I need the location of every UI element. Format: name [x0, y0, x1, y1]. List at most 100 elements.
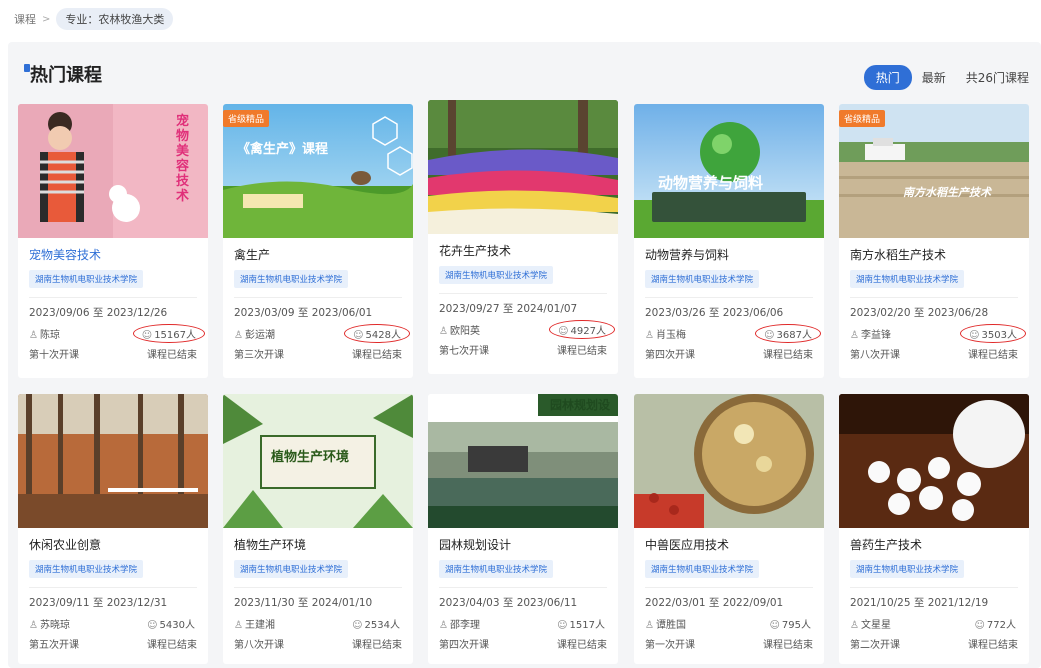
breadcrumb-root-link[interactable]: 课程	[14, 11, 36, 27]
course-name[interactable]: 植物生产环境	[234, 536, 402, 554]
teacher-name: 陈琼	[29, 326, 60, 341]
course-name[interactable]: 动物营养与饲料	[645, 246, 813, 264]
section-title: 热门课程	[30, 65, 102, 86]
quality-badge: 省级精品	[223, 110, 270, 127]
course-name[interactable]: 休闲农业创意	[29, 536, 197, 554]
card-body: 花卉生产技术 湖南生物机电职业技术学院 2023/09/27 至 2024/01/0…	[428, 234, 618, 358]
session-row: 第八次开课 课程已结束	[234, 634, 402, 652]
session-number: 第二次开课	[850, 639, 900, 651]
thumbnail-caption: 园林规划设	[549, 398, 610, 412]
card-body: 休闲农业创意 湖南生物机电职业技术学院 2023/09/11 至 2023/12/3…	[18, 528, 208, 652]
teacher-row: 谭胜国 795人	[645, 614, 813, 632]
course-name[interactable]: 园林规划设计	[439, 536, 607, 554]
session-row: 第四次开课 课程已结束	[439, 634, 607, 652]
teacher-name: 肖玉梅	[645, 326, 686, 341]
course-dates: 2023/04/03 至 2023/06/11	[439, 597, 578, 609]
course-thumbnail[interactable]	[839, 394, 1029, 528]
school-tag: 湖南生物机电职业技术学院	[234, 270, 349, 288]
course-thumbnail[interactable]	[428, 100, 618, 234]
course-card[interactable]: 省级精品 《禽生产》课程 禽生产 湖南生物机电职业技术学院 2023/03/09 至 2…	[223, 104, 413, 378]
course-thumbnail[interactable]: 植物生产环境	[223, 394, 413, 528]
card-body: 动物营养与饲料 湖南生物机电职业技术学院 2023/03/26 至 2023/06/…	[634, 238, 824, 362]
divider	[439, 293, 607, 294]
session-row: 第三次开课 课程已结束	[234, 344, 402, 362]
school-tag: 湖南生物机电职业技术学院	[29, 560, 144, 578]
card-body: 南方水稻生产技术 湖南生物机电职业技术学院 2023/02/20 至 2023/06…	[839, 238, 1029, 362]
course-thumbnail[interactable]: 动物营养与饲料	[634, 104, 824, 238]
course-status: 课程已结束	[763, 639, 813, 651]
course-thumbnail[interactable]	[634, 394, 824, 528]
tab-hot[interactable]: 热门	[863, 65, 912, 90]
divider	[29, 297, 197, 298]
course-name[interactable]: 南方水稻生产技术	[850, 246, 1018, 264]
session-row: 第一次开课 课程已结束	[645, 634, 813, 652]
thumbnail-caption: 动物营养与饲料	[658, 174, 764, 192]
learner-count: 1517人	[555, 616, 607, 631]
course-card[interactable]: 园林规划设 园林规划设计 湖南生物机电职业技术学院 2023/04/03 至 2023…	[428, 394, 618, 664]
course-name[interactable]: 禽生产	[234, 246, 402, 264]
course-status: 课程已结束	[147, 639, 197, 651]
learner-count: 2534人	[350, 616, 402, 631]
learner-count: 3503人	[960, 323, 1026, 343]
course-thumbnail[interactable]: 宠物美容技术	[18, 104, 208, 238]
course-panel: 热门课程 热门 最新 共26门课程 宠物美容技术 宠物美容技术 湖南生物机电职业技术…	[8, 42, 1041, 668]
course-status: 课程已结束	[352, 349, 402, 361]
course-name[interactable]: 中兽医应用技术	[645, 536, 813, 554]
learner-count: 15167人	[132, 323, 205, 343]
learner-count: 4927人	[549, 319, 615, 339]
thumbnail-caption: 南方水稻生产技术	[903, 186, 991, 199]
teacher-name: 欧阳英	[439, 322, 480, 337]
session-row: 第二次开课 课程已结束	[850, 634, 1018, 652]
course-thumbnail[interactable]: 园林规划设	[428, 394, 618, 528]
course-card[interactable]: 省级精品 南方水稻生产技术 南方水稻生产技术 湖南生物机电职业技术学院 2023/02/…	[839, 104, 1029, 378]
session-row: 第八次开课 课程已结束	[850, 344, 1018, 362]
sort-tabs: 热门 最新 共26门课程	[863, 65, 1029, 90]
divider	[234, 587, 402, 588]
session-number: 第四次开课	[439, 639, 489, 651]
course-dates: 2023/03/26 至 2023/06/06	[645, 307, 784, 319]
tab-latest[interactable]: 最新	[912, 65, 956, 90]
course-thumbnail[interactable]: 省级精品 南方水稻生产技术	[839, 104, 1029, 238]
course-status: 课程已结束	[352, 639, 402, 651]
course-card[interactable]: 兽药生产技术 湖南生物机电职业技术学院 2021/10/25 至 2021/12/1…	[839, 394, 1029, 664]
course-dates: 2023/09/27 至 2024/01/07	[439, 303, 578, 315]
section-header: 热门课程 热门 最新 共26门课程	[24, 62, 1029, 92]
course-thumbnail[interactable]: 省级精品 《禽生产》课程	[223, 104, 413, 238]
course-card[interactable]: 休闲农业创意 湖南生物机电职业技术学院 2023/09/11 至 2023/12/3…	[18, 394, 208, 664]
course-thumbnail[interactable]	[18, 394, 208, 528]
course-card[interactable]: 植物生产环境 植物生产环境 湖南生物机电职业技术学院 2023/11/30 至 202…	[223, 394, 413, 664]
course-card[interactable]: 宠物美容技术 宠物美容技术 湖南生物机电职业技术学院 2023/09/06 至 202…	[18, 104, 208, 378]
teacher-row: 陈琼 15167人	[29, 323, 205, 343]
session-row: 第五次开课 课程已结束	[29, 634, 197, 652]
course-card[interactable]: 动物营养与饲料 动物营养与饲料 湖南生物机电职业技术学院 2023/03/26 至 2…	[634, 104, 824, 378]
card-body: 宠物美容技术 湖南生物机电职业技术学院 2023/09/06 至 2023/12/2…	[18, 238, 208, 362]
divider	[645, 297, 813, 298]
course-card[interactable]: 中兽医应用技术 湖南生物机电职业技术学院 2022/03/01 至 2022/09/…	[634, 394, 824, 664]
breadcrumb-current-tag[interactable]: 专业：农林牧渔大类	[56, 8, 174, 30]
course-status: 课程已结束	[147, 349, 197, 361]
session-number: 第五次开课	[29, 639, 79, 651]
teacher-row: 苏晓琼 5430人	[29, 614, 197, 632]
card-body: 中兽医应用技术 湖南生物机电职业技术学院 2022/03/01 至 2022/09/…	[634, 528, 824, 652]
course-name[interactable]: 花卉生产技术	[439, 242, 607, 260]
session-number: 第七次开课	[439, 345, 489, 357]
teacher-row: 李益锋 3503人	[850, 323, 1026, 343]
learner-count: 5430人	[145, 616, 197, 631]
course-name[interactable]: 兽药生产技术	[850, 536, 1018, 554]
school-tag: 湖南生物机电职业技术学院	[850, 270, 965, 288]
card-body: 禽生产湖南生物机电职业技术学院 2023/03/09 至 2023/06/01 彭运…	[223, 238, 413, 362]
school-tag: 湖南生物机电职业技术学院	[850, 560, 965, 578]
school-tag: 湖南生物机电职业技术学院	[645, 270, 760, 288]
session-number: 第八次开课	[234, 639, 284, 651]
teacher-row: 肖玉梅 3687人	[645, 323, 821, 343]
thumbnail-caption: 植物生产环境	[271, 450, 350, 465]
thumbnail-caption: 宠物美容技术	[176, 114, 190, 204]
teacher-name: 文星星	[850, 616, 891, 631]
session-row: 第四次开课 课程已结束	[645, 344, 813, 362]
course-name[interactable]: 宠物美容技术	[29, 246, 197, 264]
course-card[interactable]: 花卉生产技术 湖南生物机电职业技术学院 2023/09/27 至 2024/01/0…	[428, 100, 618, 374]
course-count: 共26门课程	[965, 71, 1029, 85]
card-body: 兽药生产技术 湖南生物机电职业技术学院 2021/10/25 至 2021/12/1…	[839, 528, 1029, 652]
school-tag: 湖南生物机电职业技术学院	[234, 560, 349, 578]
course-status: 课程已结束	[763, 349, 813, 361]
